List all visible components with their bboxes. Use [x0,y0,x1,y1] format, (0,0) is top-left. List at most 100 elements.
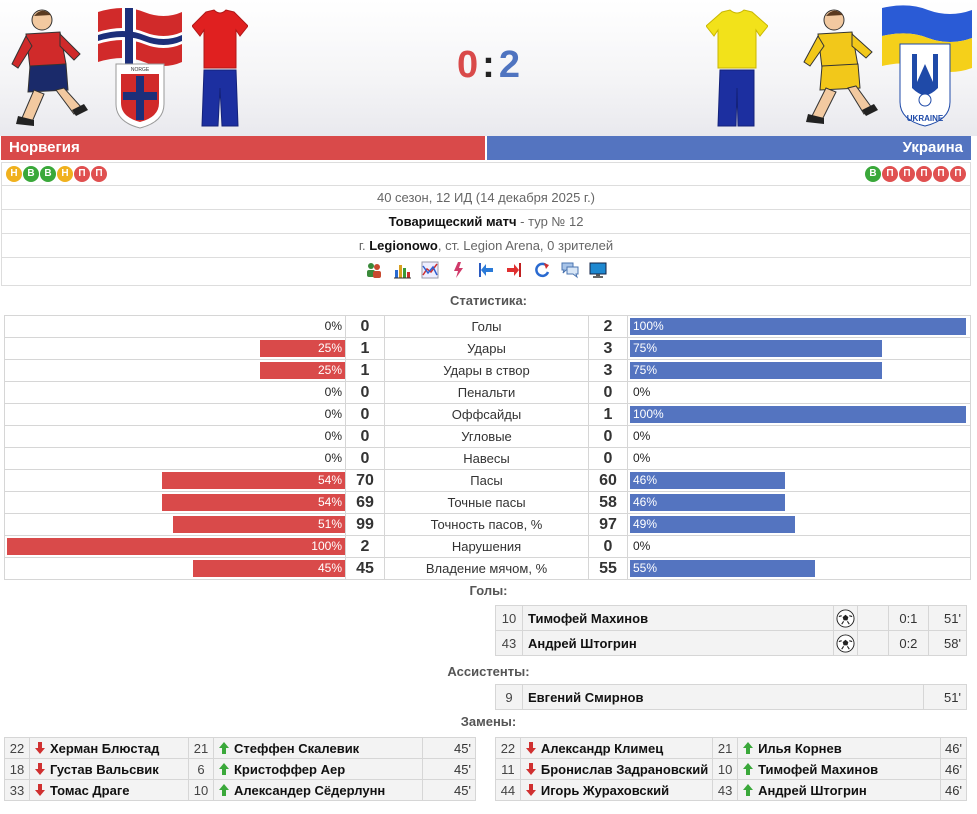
away-stat-pct: 0% [633,539,651,553]
sub-out-name[interactable]: Игорь Жураховский [541,783,669,798]
goals-heading: Голы: [469,583,508,598]
stat-row: 54% 70 Пасы 60 46% [4,469,971,492]
home-stat-bar-cell: 25% [4,359,346,382]
home-stat-bar-cell: 25% [4,337,346,360]
home-stat-value: 45 [345,557,385,580]
home-stat-value: 2 [345,535,385,558]
away-kit [706,9,768,127]
players-icon[interactable] [365,261,383,279]
home-stat-bar-cell: 0% [4,403,346,426]
home-stat-pct: 51% [317,517,342,531]
away-stat-value: 0 [588,447,628,470]
match-header: NORGE 0:2 UKRAINE [0,0,977,136]
sub-out-name[interactable]: Густав Вальсвик [50,762,159,777]
stat-row: 51% 99 Точность пасов, % 97 49% [4,513,971,536]
sub-minute: 45' [422,779,476,801]
events-icon[interactable] [449,261,467,279]
sub-in-name[interactable]: Илья Корнев [758,741,842,756]
sub-in-name[interactable]: Андрей Штогрин [758,783,867,798]
away-stat-pct: 0% [633,429,651,443]
home-team-bar[interactable]: Норвегия [1,136,485,160]
stat-row: 0% 0 Пенальти 0 0% [4,381,971,404]
away-stat-bar [630,340,882,357]
comments-icon[interactable] [561,261,579,279]
home-stat-value: 69 [345,491,385,514]
away-stat-value: 60 [588,469,628,492]
line-chart-icon[interactable] [421,261,439,279]
away-stat-pct: 49% [633,517,658,531]
sub-out-name[interactable]: Александр Климец [541,741,663,756]
goal-row: 10 Тимофей Махинов 0:1 51' [495,605,968,631]
home-stat-bar-cell: 0% [4,447,346,470]
home-form: Н В В Н П П [6,166,107,182]
away-stat-bar [630,362,882,379]
refresh-icon[interactable] [533,261,551,279]
match-type-row: Товарищеский матч - тур № 12 [1,210,971,234]
assist-player-name[interactable]: Евгений Смирнов [522,684,924,710]
city-name[interactable]: Legionowo [369,238,438,253]
away-stat-value: 97 [588,513,628,536]
goal-player-name[interactable]: Андрей Штогрин [522,630,834,656]
stat-label: Оффсайды [384,403,589,426]
sub-in-name[interactable]: Александер Сёдерлунн [234,783,385,798]
assist-row: 9 Евгений Смирнов 51' [495,684,967,710]
stats-table: 0% 0 Голы 2 100% 25% 1 Удары 3 75% 25% 1 Удары в ств… [4,315,971,580]
bar-chart-icon[interactable] [393,261,411,279]
home-stat-pct: 25% [317,363,342,377]
home-stat-pct: 0% [324,407,342,421]
sub-in-name[interactable]: Кристоффер Аер [234,762,345,777]
sub-in-cell: Тимофей Махинов [737,758,942,780]
away-stat-pct: 75% [633,341,658,355]
away-subs-table: 22 Александр Климец 21 Илья Корнев 46' 11 Брон… [495,737,967,801]
sub-out-name[interactable]: Томас Драге [50,783,130,798]
toolbar-row [1,258,971,286]
away-stat-pct: 100% [633,407,664,421]
venue-info: , ст. Legion Arena, 0 зрителей [437,238,614,253]
form-badge-loss: П [91,166,107,182]
form-badge-loss: П [74,166,90,182]
sub-out-cell: Густав Вальсвик [29,758,189,780]
away-stat-bar-cell: 100% [627,315,971,338]
sub-out-name[interactable]: Херман Блюстад [50,741,159,756]
arrow-left-icon[interactable] [477,261,495,279]
away-stat-bar-cell: 46% [627,469,971,492]
away-stat-bar-cell: 100% [627,403,971,426]
score-separator: : [482,44,495,86]
away-stat-bar-cell: 75% [627,359,971,382]
stat-label: Угловые [384,425,589,448]
stat-row: 0% 0 Угловые 0 0% [4,425,971,448]
arrow-up-icon [743,762,754,775]
sub-in-name[interactable]: Тимофей Махинов [758,762,878,777]
sub-in-name[interactable]: Стеффен Скалевик [234,741,359,756]
sub-minute: 46' [940,737,967,759]
monitor-icon[interactable] [589,261,607,279]
home-stat-pct: 54% [317,473,342,487]
away-team-bar[interactable]: Украина [487,136,971,160]
home-subs-table: 22 Херман Блюстад 21 Стеффен Скалевик 45' 18 Г… [4,737,476,801]
home-stat-value: 0 [345,403,385,426]
match-type[interactable]: Товарищеский матч [389,214,517,229]
stat-row: 54% 69 Точные пасы 58 46% [4,491,971,514]
home-stat-pct: 25% [317,341,342,355]
sub-out-number: 44 [495,779,521,801]
goal-player-number: 43 [495,630,523,656]
goal-player-name[interactable]: Тимофей Махинов [522,605,834,631]
arrow-right-icon[interactable] [505,261,523,279]
form-badge-loss: П [933,166,949,182]
goal-score: 0:1 [888,605,929,631]
away-score: 2 [498,44,520,86]
home-stat-pct: 45% [317,561,342,575]
away-stat-bar-cell: 49% [627,513,971,536]
assist-player-number: 9 [495,684,523,710]
arrow-up-icon [219,783,229,796]
arrow-up-icon [743,741,754,754]
stat-label: Навесы [384,447,589,470]
sub-out-name[interactable]: Бронислав Задрановский [541,762,708,777]
goal-player-number: 10 [495,605,523,631]
sub-in-cell: Стеффен Скалевик [213,737,423,759]
home-stat-value: 1 [345,359,385,382]
stat-row: 0% 0 Оффсайды 1 100% [4,403,971,426]
form-badge-loss: П [950,166,966,182]
goal-minute: 58' [927,630,968,656]
ukraine-flag-crest: UKRAINE [882,5,972,127]
